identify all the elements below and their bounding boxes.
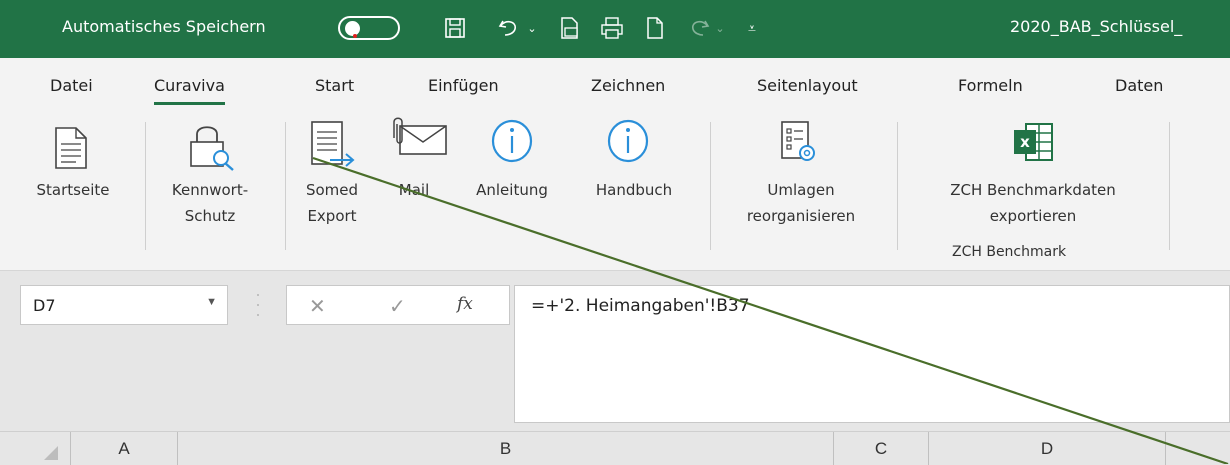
select-all-corner[interactable]: [0, 432, 70, 465]
autosave-toggle[interactable]: [338, 16, 400, 40]
document-settings-icon: [778, 120, 818, 173]
excel-icon: x: [1012, 120, 1054, 171]
print-icon[interactable]: [597, 13, 627, 43]
resize-handle-icon[interactable]: · · ·: [255, 285, 261, 323]
anleitung-button[interactable]: Anleitung: [452, 110, 572, 240]
startseite-button[interactable]: Startseite: [28, 110, 118, 240]
somed-label-1: Somed: [305, 181, 359, 199]
info-icon: [606, 118, 650, 171]
ribbon-tabs: Datei Curaviva Start Einfügen Zeichnen S…: [0, 58, 1230, 110]
zch-benchmarkdaten-button[interactable]: x ZCH Benchmarkdaten exportieren: [902, 110, 1164, 240]
file-name: 2020_BAB_Schlüssel_: [1010, 17, 1183, 36]
redo-dropdown-icon[interactable]: ⌄: [712, 13, 728, 43]
separator: [897, 122, 898, 250]
umlagen-label-2: reorganisieren: [746, 207, 856, 225]
zch-label-2: exportieren: [989, 207, 1077, 225]
handbuch-button[interactable]: Handbuch: [574, 110, 694, 240]
formula-input[interactable]: =+'2. Heimangaben'!B37: [514, 285, 1230, 423]
tab-curaviva[interactable]: Curaviva: [154, 76, 225, 105]
separator: [285, 122, 286, 250]
kennwort-schutz-button[interactable]: Kennwort- Schutz: [155, 110, 265, 240]
export-pdf-icon[interactable]: [555, 13, 585, 43]
anleitung-label: Anleitung: [476, 181, 548, 199]
tab-start[interactable]: Start: [315, 76, 354, 95]
column-header-b[interactable]: B: [178, 432, 834, 465]
toggle-knob: [345, 21, 360, 36]
svg-text:x: x: [1020, 133, 1030, 151]
name-box-value: D7: [33, 296, 56, 315]
formula-buttons: ✕ ✓ fx: [286, 285, 510, 325]
mail-label: Mail: [398, 181, 430, 199]
insert-function-icon[interactable]: fx: [457, 294, 473, 314]
formula-value: =+'2. Heimangaben'!B37: [531, 296, 750, 316]
mail-attachment-icon: [384, 116, 448, 163]
separator: [1169, 122, 1170, 250]
name-box[interactable]: D7 ▼: [20, 285, 228, 325]
tab-datei[interactable]: Datei: [50, 76, 93, 95]
zch-label-1: ZCH Benchmarkdaten: [950, 181, 1116, 199]
ribbon: Startseite Kennwort- Schutz Somed Export…: [0, 110, 1230, 271]
column-headers: A B C D: [0, 431, 1230, 465]
separator: [710, 122, 711, 250]
customize-icon[interactable]: ⩡: [740, 13, 764, 43]
separator: [145, 122, 146, 250]
redo-icon[interactable]: [684, 13, 714, 43]
tab-zeichnen[interactable]: Zeichnen: [591, 76, 665, 95]
undo-dropdown-icon[interactable]: ⌄: [524, 13, 540, 43]
info-icon: [490, 118, 534, 171]
zch-benchmark-group-label: ZCH Benchmark: [952, 244, 1067, 260]
tab-formeln[interactable]: Formeln: [958, 76, 1023, 95]
somed-export-button[interactable]: Somed Export: [292, 110, 372, 240]
chevron-down-icon[interactable]: ▼: [206, 296, 217, 308]
umlagen-label-1: Umlagen: [767, 181, 835, 199]
formula-bar-area: D7 ▼ · · · ✕ ✓ fx =+'2. Heimangaben'!B37: [0, 271, 1230, 431]
document-export-icon: [308, 120, 358, 179]
save-icon[interactable]: [440, 13, 470, 43]
startseite-label: Startseite: [36, 181, 110, 199]
handbuch-label: Handbuch: [595, 181, 673, 199]
tab-daten[interactable]: Daten: [1115, 76, 1163, 95]
column-header-d[interactable]: D: [929, 432, 1166, 465]
kennwort-label-1: Kennwort-: [171, 181, 249, 199]
tab-seitenlayout[interactable]: Seitenlayout: [757, 76, 858, 95]
column-header-a[interactable]: A: [70, 432, 178, 465]
undo-icon[interactable]: [494, 13, 524, 43]
document-icon: [54, 126, 88, 177]
column-header-c[interactable]: C: [834, 432, 929, 465]
cancel-icon[interactable]: ✕: [309, 294, 326, 319]
lock-key-icon: [187, 120, 235, 179]
enter-icon[interactable]: ✓: [389, 294, 406, 319]
mail-button[interactable]: Mail: [374, 110, 454, 240]
tab-einfuegen[interactable]: Einfügen: [428, 76, 499, 95]
somed-label-2: Export: [307, 207, 357, 225]
title-bar: Automatisches Speichern ⌄ ⌄ ⩡ 2020_BAB_S…: [0, 0, 1230, 58]
umlagen-reorganisieren-button[interactable]: Umlagen reorganisieren: [716, 110, 886, 240]
autosave-label: Automatisches Speichern: [62, 17, 266, 36]
new-document-icon[interactable]: [640, 13, 670, 43]
select-all-icon: [44, 446, 58, 460]
kennwort-label-2: Schutz: [184, 207, 236, 225]
column-header-e[interactable]: [1166, 432, 1230, 465]
